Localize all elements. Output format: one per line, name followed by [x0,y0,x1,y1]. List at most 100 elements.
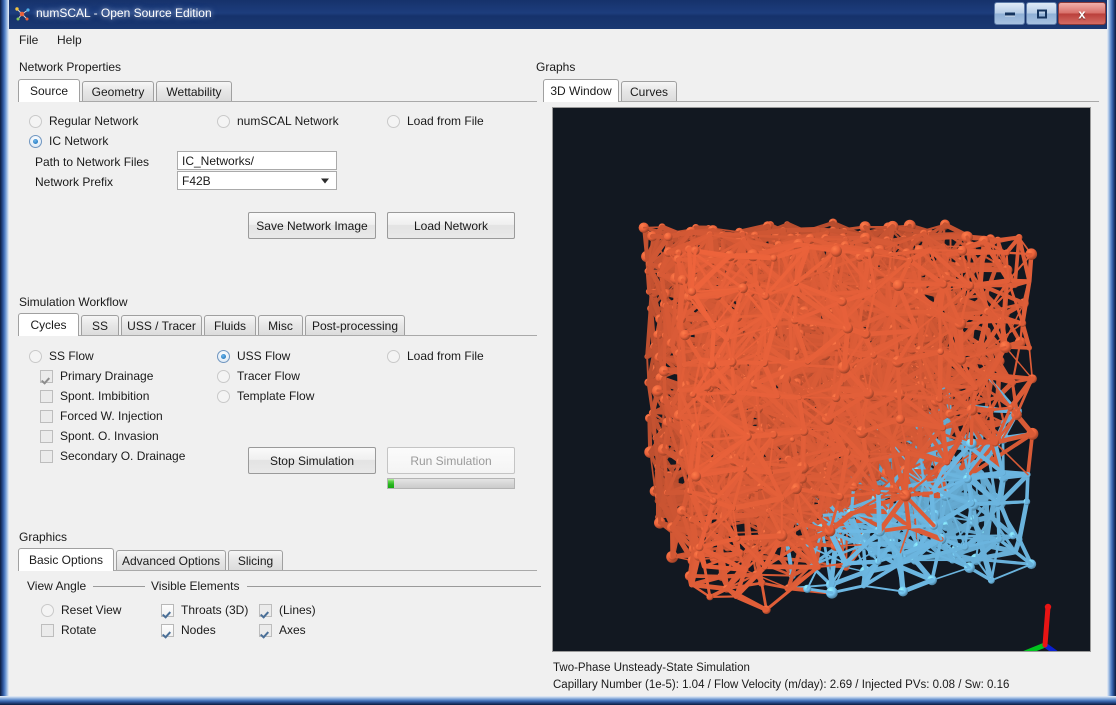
checkbox-throats-3d[interactable]: Throats (3D) [161,603,248,617]
radio-ss-flow[interactable]: SS Flow [29,349,94,363]
pore-network-render [638,218,1058,651]
checkbox-forced-w-injection[interactable]: Forced W. Injection [40,409,163,423]
radio-icon [217,389,230,403]
progress-fill [388,479,395,488]
graphics-tabs: Basic Options Advanced Options Slicing [18,548,537,571]
numscal-app-icon [15,7,30,21]
checkbox-icon [40,369,53,383]
checkbox-axes[interactable]: Axes [259,623,306,637]
close-button[interactable]: x [1058,2,1106,25]
load-network-button[interactable]: Load Network [387,212,515,239]
tabstrip-underline [18,335,537,336]
radio-label: SS Flow [49,349,94,363]
network-prefix-combo[interactable]: F42B [177,171,337,190]
visible-elements-section: Visible Elements [151,579,541,593]
network-properties-label: Network Properties [19,60,122,74]
checkbox-label: Nodes [181,623,216,637]
checkbox-nodes[interactable]: Nodes [161,623,216,637]
radio-icon [41,603,54,617]
menu-file[interactable]: File [15,33,42,47]
title-bar: numSCAL - Open Source Edition x [0,0,1116,30]
tab-advanced-options[interactable]: Advanced Options [116,550,226,570]
radio-icon [29,134,42,148]
radio-label: USS Flow [237,349,291,363]
checkbox-label: Throats (3D) [181,603,249,617]
tab-wettability[interactable]: Wettability [156,81,232,101]
radio-numscal-network[interactable]: numSCAL Network [217,114,339,128]
minimize-button[interactable] [994,2,1025,25]
graphs-label: Graphs [536,60,576,74]
radio-label: Load from File [407,349,484,363]
radio-template-flow[interactable]: Template Flow [217,389,314,403]
3d-viewport[interactable] [552,107,1091,652]
radio-ic-network[interactable]: IC Network [29,134,108,148]
combo-value: F42B [182,173,211,188]
checkbox-label: Forced W. Injection [60,409,163,423]
window-controls: x [993,2,1106,25]
tab-slicing[interactable]: Slicing [228,550,283,570]
minimize-icon [1004,12,1015,15]
checkbox-label: Primary Drainage [60,369,154,383]
checkbox-icon [259,623,272,637]
checkbox-primary-drainage[interactable]: Primary Drainage [40,369,153,383]
radio-label: Load from File [407,114,484,128]
radio-load-from-file-workflow[interactable]: Load from File [387,349,484,363]
run-simulation-button: Run Simulation [387,447,515,474]
radio-icon [217,114,230,128]
tab-misc[interactable]: Misc [258,315,303,335]
radio-icon [29,114,42,128]
checkbox-icon [161,603,174,617]
tab-geometry[interactable]: Geometry [82,81,154,101]
simulation-status-line-1: Two-Phase Unsteady-State Simulation [553,662,750,674]
simulation-workflow-tabs: Cycles SS USS / Tracer Fluids Misc Post-… [18,313,537,336]
save-network-image-button[interactable]: Save Network Image [248,212,376,239]
menu-help[interactable]: Help [53,33,86,47]
radio-icon [29,349,42,363]
window-frame-left [0,0,9,705]
tab-fluids[interactable]: Fluids [204,315,256,335]
menu-bar: File Help [9,29,1107,52]
radio-load-from-file-network[interactable]: Load from File [387,114,484,128]
path-to-network-files-label: Path to Network Files [35,155,150,169]
checkbox-label: (Lines) [279,603,316,617]
checkbox-spont-imbibition[interactable]: Spont. Imbibition [40,389,149,403]
radio-icon [387,114,400,128]
checkbox-icon [40,449,53,463]
checkbox-label: Rotate [61,623,97,637]
radio-reset-view[interactable]: Reset View [41,603,121,617]
tab-uss-tracer[interactable]: USS / Tracer [121,315,202,335]
tab-basic-options[interactable]: Basic Options [18,548,114,571]
radio-uss-flow[interactable]: USS Flow [217,349,290,363]
radio-icon [387,349,400,363]
tab-post-processing[interactable]: Post-processing [305,315,405,335]
network-properties-tabs: Source Geometry Wettability [18,79,537,102]
checkbox-secondary-o-drainage[interactable]: Secondary O. Drainage [40,449,185,463]
radio-label: Template Flow [237,389,315,403]
tab-3d-window[interactable]: 3D Window [543,79,619,102]
tab-cycles[interactable]: Cycles [18,313,79,336]
checkbox-rotate[interactable]: Rotate [41,623,96,637]
radio-tracer-flow[interactable]: Tracer Flow [217,369,300,383]
close-icon: x [1078,6,1086,21]
tab-curves[interactable]: Curves [621,81,677,101]
chevron-down-icon [321,178,329,183]
path-to-network-files-input[interactable]: IC_Networks/ [177,151,337,170]
view-angle-section: View Angle [27,579,145,593]
stop-simulation-button[interactable]: Stop Simulation [248,447,376,474]
graphics-label: Graphics [19,530,68,544]
checkbox-spont-o-invasion[interactable]: Spont. O. Invasion [40,429,159,443]
maximize-button[interactable] [1026,2,1057,25]
tab-source[interactable]: Source [18,79,80,102]
checkbox-label: Secondary O. Drainage [60,449,186,463]
checkbox-icon [40,409,53,423]
section-divider [93,585,145,587]
tabstrip-underline [18,101,537,102]
checkbox-lines[interactable]: (Lines) [259,603,316,617]
tab-ss[interactable]: SS [81,315,119,335]
visible-elements-label: Visible Elements [151,579,240,593]
view-angle-label: View Angle [27,579,87,593]
checkbox-label: Axes [279,623,306,637]
graphs-tabs: 3D Window Curves [543,79,1099,102]
radio-regular-network[interactable]: Regular Network [29,114,138,128]
radio-label: Regular Network [49,114,139,128]
